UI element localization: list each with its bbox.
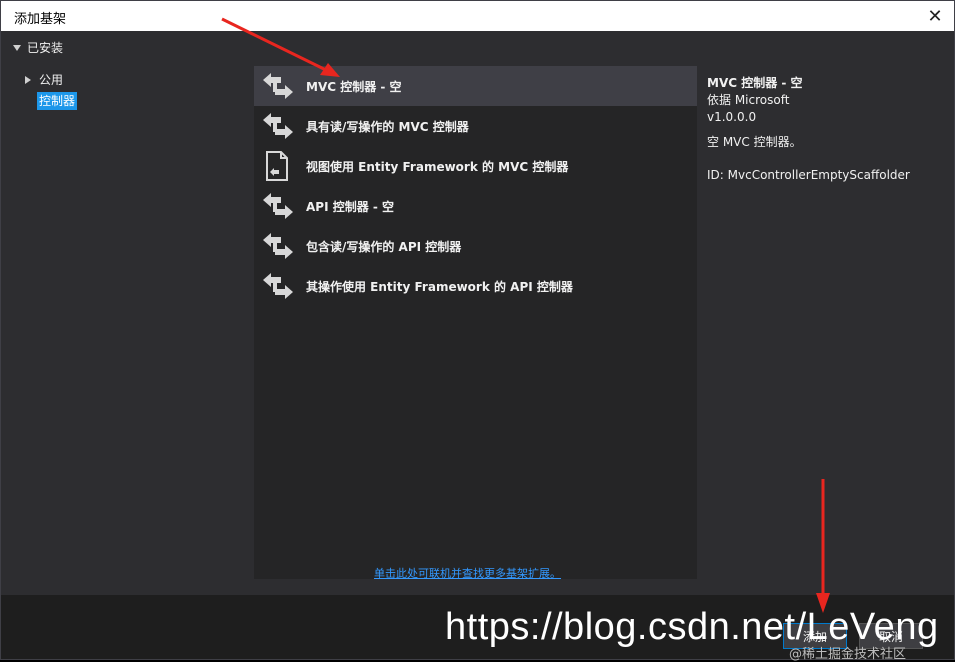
detail-publisher: 依据 Microsoft — [707, 93, 790, 107]
list-item-label: API 控制器 - 空 — [306, 200, 395, 214]
controller-icon — [263, 113, 293, 139]
detail-description: 空 MVC 控制器。 — [707, 135, 802, 149]
list-item-label: 具有读/写操作的 MVC 控制器 — [306, 120, 469, 134]
close-icon: ✕ — [927, 5, 943, 27]
add-scaffold-dialog: 添加基架 ✕ 已安装 公用 控制器 MVC 控制器 - 空 具有读/写操作的 M… — [0, 0, 955, 662]
annotation-arrow-top — [221, 17, 340, 77]
tree-item-label: 公用 — [39, 73, 64, 87]
annotation-arrow-bottom — [816, 479, 830, 613]
list-item-label: 视图使用 Entity Framework 的 MVC 控制器 — [306, 160, 569, 174]
tree-item-public[interactable]: 公用 — [25, 71, 63, 88]
expand-icon[interactable] — [25, 75, 31, 84]
detail-version: v1.0.0.0 — [707, 110, 757, 124]
tree-root-label: 已安装 — [27, 41, 64, 55]
document-controller-icon — [266, 151, 288, 181]
close-button[interactable]: ✕ — [922, 4, 948, 28]
title-bar: 添加基架 ✕ — [1, 1, 954, 31]
watermark-sub: @稀土掘金技术社区 — [789, 647, 907, 662]
category-tree: 已安装 公用 控制器 — [9, 31, 249, 571]
tree-item-controller[interactable]: 控制器 — [37, 92, 78, 110]
detail-name: MVC 控制器 - 空 — [707, 76, 803, 90]
list-item[interactable]: 其操作使用 Entity Framework 的 API 控制器 — [254, 266, 697, 306]
dialog-title: 添加基架 — [14, 12, 67, 27]
collapse-icon[interactable] — [13, 44, 21, 51]
tree-root-installed[interactable]: 已安装 — [13, 39, 63, 56]
controller-icon — [263, 193, 293, 219]
list-item[interactable]: 视图使用 Entity Framework 的 MVC 控制器 — [254, 146, 697, 186]
online-extensions-link[interactable]: 单击此处可联机并查找更多基架扩展。 — [374, 565, 561, 581]
list-item[interactable]: 包含读/写操作的 API 控制器 — [254, 226, 697, 266]
detail-panel: MVC 控制器 - 空 依据 Microsoft v1.0.0.0 空 MVC … — [707, 75, 947, 184]
detail-id: ID: MvcControllerEmptyScaffolder — [707, 168, 910, 182]
list-item-label: 其操作使用 Entity Framework 的 API 控制器 — [306, 280, 573, 294]
controller-icon — [263, 273, 293, 299]
list-item[interactable]: 具有读/写操作的 MVC 控制器 — [254, 106, 697, 146]
controller-icon — [263, 233, 293, 259]
dialog-body: 已安装 公用 控制器 MVC 控制器 - 空 具有读/写操作的 MVC 控制器 … — [1, 31, 954, 595]
template-list: MVC 控制器 - 空 具有读/写操作的 MVC 控制器 视图使用 Entity… — [254, 66, 697, 579]
list-item[interactable]: API 控制器 - 空 — [254, 186, 697, 226]
list-item-label: 包含读/写操作的 API 控制器 — [306, 240, 462, 254]
